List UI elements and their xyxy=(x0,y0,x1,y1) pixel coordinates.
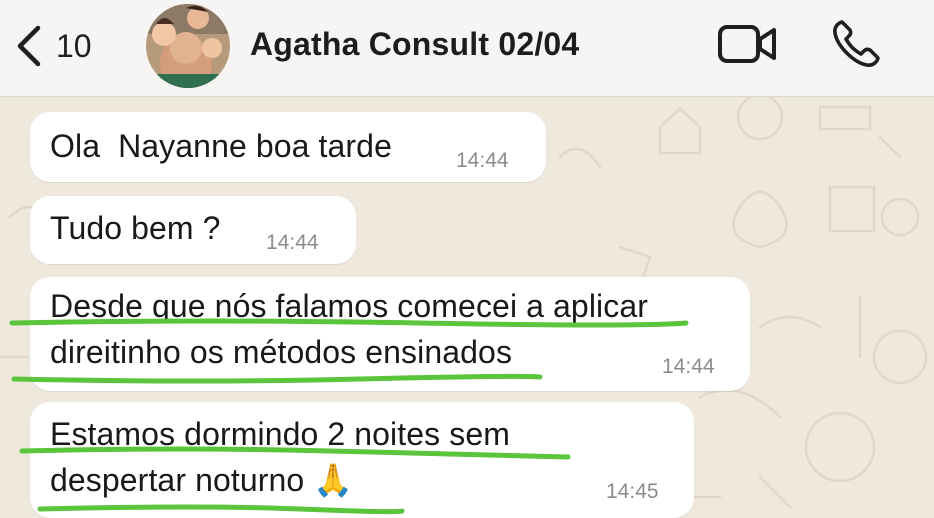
contact-name[interactable]: Agatha Consult 02/04 xyxy=(250,26,579,63)
phone-icon xyxy=(833,20,880,67)
message-text: Ola Nayanne boa tarde xyxy=(50,128,392,164)
message-timestamp: 14:44 xyxy=(456,149,509,172)
message-text-line: Desde que nós falamos comecei a aplicar xyxy=(50,288,648,324)
message-text: despertar noturno xyxy=(50,462,305,498)
video-call-button[interactable] xyxy=(716,20,780,73)
avatar[interactable] xyxy=(146,4,230,88)
chat-area: Ola Nayanne boa tarde 14:44 Tudo bem ? 1… xyxy=(0,97,934,518)
message-bubble[interactable]: Desde que nós falamos comecei a aplicar … xyxy=(30,277,750,391)
message-text-line: despertar noturno 🙏 xyxy=(50,456,353,504)
message-bubble[interactable]: Estamos dormindo 2 noites sem despertar … xyxy=(30,402,694,518)
message-timestamp: 14:44 xyxy=(266,231,319,254)
message-bubble[interactable]: Ola Nayanne boa tarde 14:44 xyxy=(30,112,546,182)
message-text-line: direitinho os métodos ensinados xyxy=(50,334,513,370)
avatar-photo xyxy=(146,4,230,88)
back-button[interactable]: 10 xyxy=(14,24,92,68)
message-bubble[interactable]: Tudo bem ? 14:44 xyxy=(30,196,356,264)
message-timestamp: 14:45 xyxy=(606,480,659,503)
chat-header: 10 Agatha Consult 02/04 xyxy=(0,0,934,97)
message-text-line: Estamos dormindo 2 noites sem xyxy=(50,416,510,452)
message-timestamp: 14:44 xyxy=(662,355,715,378)
folded-hands-emoji: 🙏 xyxy=(313,461,354,499)
message-text: Tudo bem ? xyxy=(50,210,221,246)
voice-call-button[interactable] xyxy=(828,16,884,77)
chevron-left-icon xyxy=(17,25,41,67)
unread-count: 10 xyxy=(56,28,92,64)
video-camera-icon xyxy=(718,25,776,63)
